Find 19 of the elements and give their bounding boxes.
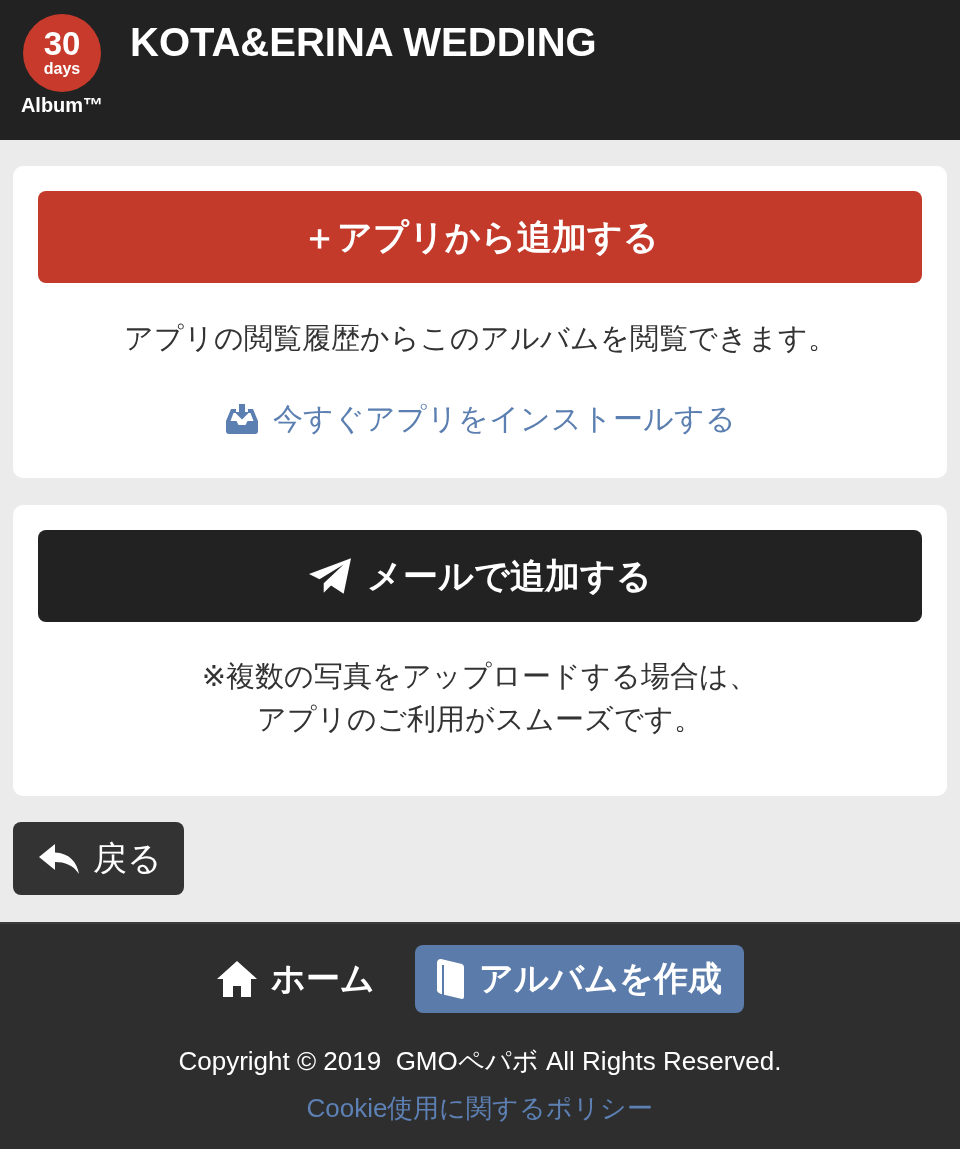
add-by-mail-button[interactable]: メールで追加する — [38, 530, 922, 622]
home-link[interactable]: ホーム — [216, 945, 375, 1013]
add-from-app-button[interactable]: ＋アプリから追加する — [38, 191, 922, 283]
install-app-link[interactable]: 今すぐアプリをインストールする — [272, 402, 736, 436]
reply-arrow-icon — [39, 843, 79, 874]
cookie-policy-link[interactable]: Cookie使用に関するポリシー — [306, 1092, 654, 1124]
description-text: アプリの閲覧履歴からこのアルバムを閲覧できます。 — [122, 322, 838, 354]
logo-text: Album™ — [20, 93, 104, 117]
logo-number: 30 — [43, 28, 81, 60]
create-album-button[interactable]: アルバムを作成 — [414, 945, 744, 1013]
book-icon — [434, 959, 465, 999]
copyright-text: Copyright © 2019 GMOペパボ All Rights Reserved. — [178, 1045, 782, 1077]
home-icon — [216, 961, 257, 997]
paper-plane-icon — [308, 558, 351, 594]
note-text: ※複数の写真をアップロードする場合は、 アプリのご利用がスムーズです。 — [200, 659, 760, 737]
logo-unit: days — [43, 60, 81, 78]
album-title: KOTA&ERINA WEDDING — [130, 19, 597, 66]
download-tray-icon — [224, 404, 259, 434]
back-button[interactable]: 戻る — [13, 822, 184, 895]
